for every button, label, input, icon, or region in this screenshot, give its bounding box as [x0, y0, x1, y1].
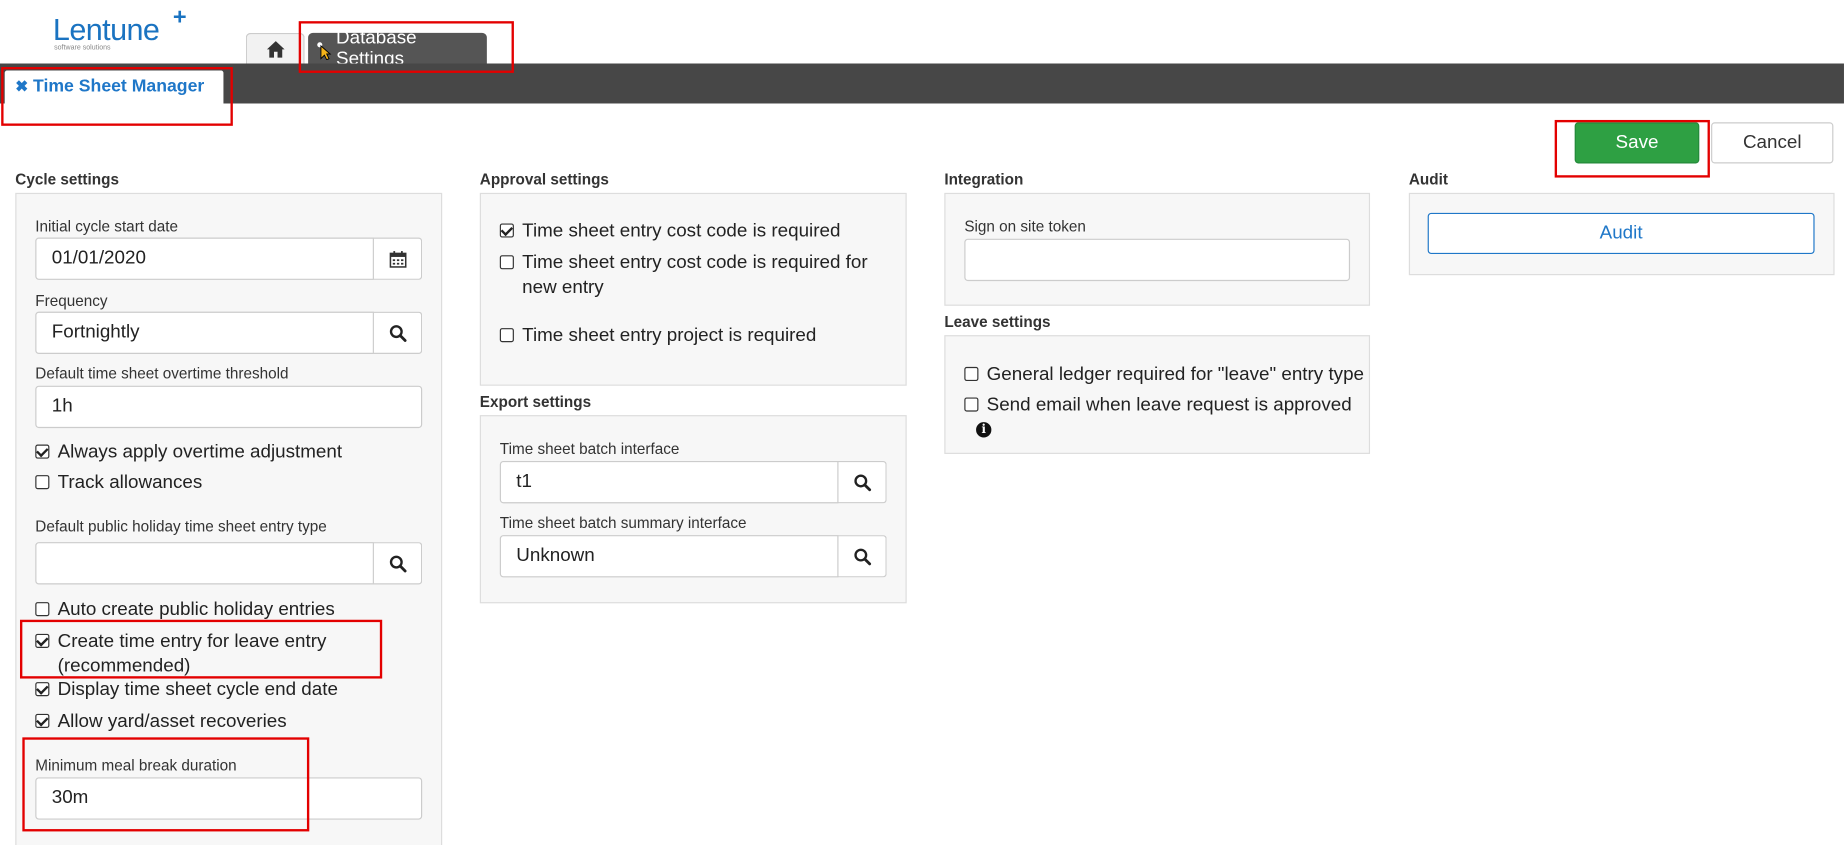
project-required-checkbox[interactable]: Time sheet entry project is required — [499, 323, 817, 348]
start-date-input[interactable]: 01/01/2020 — [35, 237, 374, 280]
project-required-label: Time sheet entry project is required — [522, 325, 817, 346]
send-email-checkbox[interactable]: Send email when leave request is approve… — [964, 393, 1352, 418]
frequency-input[interactable]: Fortnightly — [35, 311, 374, 354]
cost-code-required-checkbox[interactable]: Time sheet entry cost code is required — [499, 219, 841, 244]
highlight-box — [22, 737, 310, 832]
export-settings-title: Export settings — [479, 392, 592, 411]
tab-strip-bar — [0, 63, 1844, 104]
batch-summary-label: Time sheet batch summary interface — [499, 513, 747, 532]
frequency-label: Frequency — [35, 291, 108, 310]
auto-create-holiday-checkbox[interactable]: Auto create public holiday entries — [35, 597, 335, 622]
site-token-label: Sign on site token — [964, 217, 1086, 236]
leave-settings-title: Leave settings — [944, 312, 1051, 331]
date-picker-button[interactable] — [373, 237, 423, 280]
track-allowances-checkbox[interactable]: Track allowances — [35, 470, 202, 495]
brand-tagline: software solutions — [54, 44, 111, 52]
checkbox-checked-icon[interactable] — [35, 682, 50, 697]
search-icon — [389, 324, 406, 342]
cost-code-required-label: Time sheet entry cost code is required — [522, 221, 841, 242]
approval-settings-title: Approval settings — [479, 170, 609, 189]
brand-logo: Lentune — [52, 11, 160, 48]
allow-yard-label: Allow yard/asset recoveries — [57, 711, 287, 732]
auto-create-holiday-label: Auto create public holiday entries — [57, 599, 335, 620]
audit-button[interactable]: Audit — [1427, 212, 1815, 255]
integration-title: Integration — [944, 170, 1024, 189]
checkbox-checked-icon[interactable] — [35, 713, 50, 728]
checkbox-unchecked-icon[interactable] — [964, 397, 979, 412]
send-email-label: Send email when leave request is approve… — [986, 395, 1352, 416]
overtime-threshold-input[interactable]: 1h — [35, 385, 423, 429]
highlight-box — [1, 67, 233, 126]
cancel-button[interactable]: Cancel — [1711, 122, 1834, 164]
cost-code-new-checkbox[interactable]: Time sheet entry cost code is required f… — [499, 250, 894, 299]
home-icon — [266, 41, 285, 58]
track-allowances-label: Track allowances — [57, 472, 203, 493]
holiday-entry-type-label: Default public holiday time sheet entry … — [35, 517, 327, 536]
home-tab[interactable] — [245, 32, 305, 65]
overtime-threshold-label: Default time sheet overtime threshold — [35, 364, 289, 383]
audit-title: Audit — [1408, 170, 1448, 189]
brand-logo-plus: + — [172, 4, 187, 31]
gl-required-label: General ledger required for "leave" entr… — [986, 364, 1365, 385]
start-date-label: Initial cycle start date — [35, 217, 179, 236]
display-cycle-end-checkbox[interactable]: Display time sheet cycle end date — [35, 677, 338, 702]
batch-interface-lookup-button[interactable] — [838, 460, 887, 504]
info-icon[interactable]: i — [976, 422, 992, 438]
highlight-box — [1554, 119, 1710, 178]
batch-interface-label: Time sheet batch interface — [499, 439, 680, 458]
checkbox-unchecked-icon[interactable] — [499, 328, 514, 343]
checkbox-unchecked-icon[interactable] — [964, 366, 979, 382]
checkbox-checked-icon[interactable] — [499, 223, 514, 238]
holiday-entry-type-lookup-button[interactable] — [373, 542, 423, 585]
frequency-lookup-button[interactable] — [373, 311, 423, 354]
cost-code-new-label: Time sheet entry cost code is required f… — [522, 252, 868, 298]
gl-required-checkbox[interactable]: General ledger required for "leave" entr… — [964, 362, 1364, 387]
holiday-entry-type-input[interactable] — [35, 542, 374, 585]
always-apply-overtime-label: Always apply overtime adjustment — [57, 442, 343, 463]
allow-yard-checkbox[interactable]: Allow yard/asset recoveries — [35, 709, 287, 734]
cycle-settings-title: Cycle settings — [15, 170, 119, 189]
batch-summary-lookup-button[interactable] — [838, 535, 887, 578]
site-token-input[interactable] — [964, 238, 1351, 282]
display-cycle-end-label: Display time sheet cycle end date — [57, 679, 338, 700]
calendar-icon — [389, 250, 406, 268]
batch-interface-input[interactable]: t1 — [499, 460, 839, 504]
always-apply-overtime-checkbox[interactable]: Always apply overtime adjustment — [35, 440, 342, 465]
search-icon — [853, 473, 871, 491]
batch-summary-input[interactable]: Unknown — [499, 535, 839, 578]
search-icon — [389, 555, 406, 572]
highlight-box — [298, 21, 514, 73]
checkbox-unchecked-icon[interactable] — [499, 255, 514, 270]
checkbox-checked-icon[interactable] — [35, 444, 50, 459]
checkbox-unchecked-icon[interactable] — [35, 602, 50, 617]
highlight-box — [19, 619, 383, 679]
search-icon — [853, 548, 871, 565]
checkbox-unchecked-icon[interactable] — [35, 475, 50, 490]
